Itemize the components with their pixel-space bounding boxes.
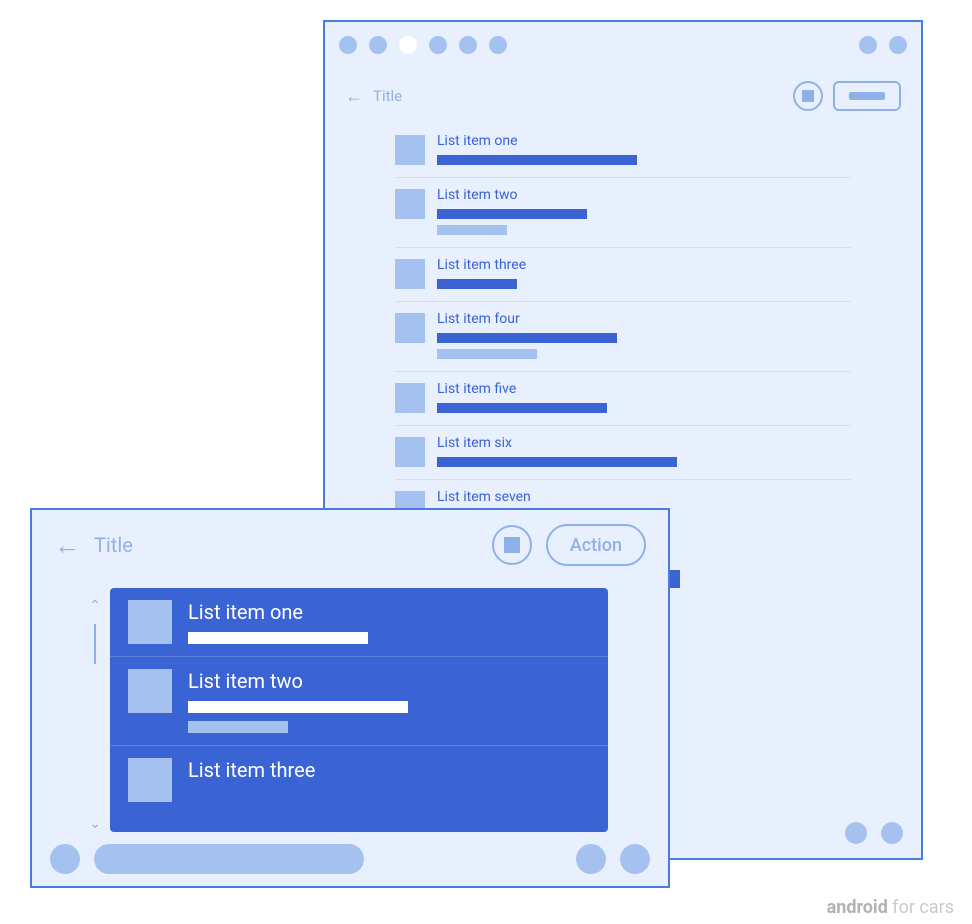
- chevron-up-icon[interactable]: ⌃: [89, 598, 101, 614]
- nav-button[interactable]: [881, 822, 903, 844]
- list: List item one List item two List item thre…: [110, 588, 608, 832]
- list-item-body: List item four: [437, 311, 617, 359]
- header-title: Title: [94, 533, 133, 557]
- scrollbar[interactable]: ⌃ ⌄: [80, 588, 110, 832]
- overflow-stub: [670, 570, 680, 588]
- watermark-brand: android: [827, 897, 888, 918]
- list-item[interactable]: List item two: [395, 178, 851, 248]
- text-placeholder: [437, 333, 617, 343]
- header-icon-button[interactable]: [793, 81, 823, 111]
- list: List item one List item two List item thre…: [325, 124, 921, 533]
- watermark: android for cars: [827, 897, 954, 918]
- back-arrow-icon[interactable]: ←: [54, 530, 80, 561]
- header-action-button[interactable]: [833, 81, 901, 111]
- list-item-body: List item three: [188, 758, 315, 802]
- thumbnail-icon: [395, 313, 425, 343]
- status-dot: [859, 36, 877, 54]
- status-dot: [459, 36, 477, 54]
- list-item-body: List item five: [437, 381, 607, 413]
- front-window: ← Title Action ⌃ ⌄ List item oneList ite…: [30, 508, 670, 888]
- text-placeholder: [437, 209, 587, 219]
- app-header: ← Title Action: [32, 510, 668, 580]
- thumbnail-icon: [395, 135, 425, 165]
- button-label-placeholder: [849, 92, 885, 100]
- list-item-title: List item three: [188, 758, 315, 782]
- list-item[interactable]: List item three: [395, 248, 851, 302]
- list-item[interactable]: List item one: [395, 124, 851, 178]
- list-item-title: List item four: [437, 311, 617, 327]
- status-dot: [889, 36, 907, 54]
- status-dot: [429, 36, 447, 54]
- list-item[interactable]: List item three: [110, 746, 608, 814]
- square-icon: [504, 537, 520, 553]
- text-placeholder: [188, 721, 288, 733]
- thumbnail-icon: [128, 669, 172, 713]
- list-item[interactable]: List item five: [395, 372, 851, 426]
- list-item-body: List item three: [437, 257, 526, 289]
- thumbnail-icon: [395, 383, 425, 413]
- text-placeholder: [188, 632, 368, 644]
- text-placeholder: [437, 155, 637, 165]
- list-item-title: List item one: [188, 600, 368, 624]
- status-dot: [339, 36, 357, 54]
- system-bar: [325, 22, 921, 68]
- thumbnail-icon: [395, 189, 425, 219]
- list-item[interactable]: List item two: [110, 657, 608, 746]
- text-placeholder: [437, 457, 677, 467]
- back-arrow-icon[interactable]: ←: [345, 86, 363, 107]
- list-item-title: List item two: [188, 669, 408, 693]
- text-placeholder: [188, 701, 408, 713]
- nav-button[interactable]: [50, 844, 80, 874]
- content-area: ⌃ ⌄ List item oneList item twoList item …: [80, 588, 608, 832]
- text-placeholder: [437, 349, 537, 359]
- list-item-body: List item one: [437, 133, 637, 165]
- thumbnail-icon: [395, 259, 425, 289]
- list-item-title: List item five: [437, 381, 607, 397]
- list-item-body: List item two: [437, 187, 587, 235]
- scroll-track: [94, 624, 96, 664]
- text-placeholder: [437, 225, 507, 235]
- thumbnail-icon: [395, 437, 425, 467]
- list-item-title: List item six: [437, 435, 677, 451]
- nav-button[interactable]: [620, 844, 650, 874]
- status-dot-active: [399, 36, 417, 54]
- nav-pill[interactable]: [94, 844, 364, 874]
- list-item-body: List item one: [188, 600, 368, 644]
- nav-bar: [32, 832, 668, 886]
- list-item[interactable]: List item one: [110, 588, 608, 657]
- list-item[interactable]: List item four: [395, 302, 851, 372]
- app-header: ← Title: [325, 68, 921, 124]
- status-dot: [489, 36, 507, 54]
- list-item[interactable]: List item six: [395, 426, 851, 480]
- list-item-body: List item six: [437, 435, 677, 467]
- list-item-title: List item one: [437, 133, 637, 149]
- status-dot: [369, 36, 387, 54]
- header-title: Title: [373, 87, 402, 105]
- thumbnail-icon: [128, 758, 172, 802]
- thumbnail-icon: [128, 600, 172, 644]
- watermark-suffix: for cars: [888, 897, 954, 918]
- list-item-title: List item two: [437, 187, 587, 203]
- nav-button[interactable]: [576, 844, 606, 874]
- list-item-body: List item two: [188, 669, 408, 733]
- header-icon-button[interactable]: [492, 525, 532, 565]
- header-action-button[interactable]: Action: [546, 524, 646, 566]
- chevron-down-icon[interactable]: ⌄: [89, 816, 101, 832]
- text-placeholder: [437, 279, 517, 289]
- nav-button[interactable]: [845, 822, 867, 844]
- list-item-title: List item seven: [437, 489, 547, 505]
- text-placeholder: [437, 403, 607, 413]
- list-item-title: List item three: [437, 257, 526, 273]
- square-icon: [802, 90, 814, 102]
